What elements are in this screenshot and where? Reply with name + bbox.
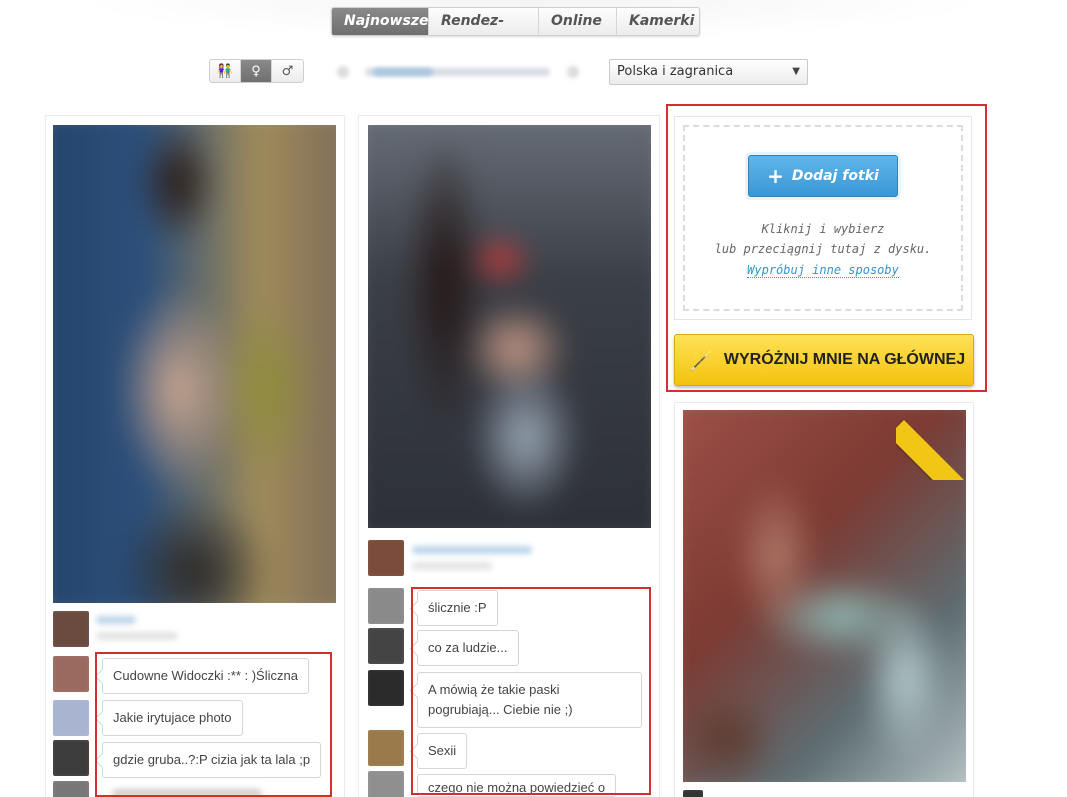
- avatar[interactable]: [368, 730, 404, 766]
- blurred-username: [412, 546, 532, 554]
- slider-min-handle[interactable]: [337, 66, 349, 78]
- avatar[interactable]: [368, 588, 404, 624]
- tab-rendez-vous[interactable]: Rendez-vous: [429, 8, 539, 35]
- highlight-box-comments-1: [95, 652, 332, 797]
- highlight-box-comments-2: [411, 587, 651, 795]
- tab-online[interactable]: Online: [539, 8, 617, 35]
- avatar[interactable]: [53, 700, 89, 736]
- tab-kamerki[interactable]: Kamerki: [617, 8, 699, 35]
- slider-max-handle[interactable]: [567, 66, 579, 78]
- photo-2[interactable]: [368, 125, 651, 528]
- couple-icon[interactable]: 👫: [210, 60, 241, 82]
- avatar[interactable]: [368, 540, 404, 576]
- avatar[interactable]: [368, 771, 404, 797]
- chevron-down-icon: ▼: [792, 66, 800, 77]
- tab-najnowsze[interactable]: Najnowsze: [332, 8, 429, 35]
- avatar[interactable]: [53, 740, 89, 776]
- photo-1[interactable]: [53, 125, 336, 603]
- avatar[interactable]: [683, 790, 703, 797]
- highlight-box-upload: [666, 104, 987, 392]
- age-range-slider[interactable]: [335, 62, 585, 82]
- blurred-meta: [96, 632, 178, 640]
- blurred-meta: [412, 562, 492, 570]
- location-select[interactable]: Polska i zagranica ▼: [609, 59, 808, 85]
- avatar[interactable]: [368, 628, 404, 664]
- blurred-username: [96, 616, 136, 624]
- avatar[interactable]: [53, 781, 89, 797]
- location-select-value: Polska i zagranica: [617, 64, 734, 79]
- main-tabs: Najnowsze Rendez-vous Online Kamerki: [331, 7, 700, 36]
- male-icon[interactable]: ♂: [272, 60, 303, 82]
- featured-ribbon: [896, 398, 978, 480]
- gender-filter: 👫 ♀ ♂: [209, 59, 304, 83]
- avatar[interactable]: [53, 656, 89, 692]
- slider-fill: [373, 68, 433, 76]
- female-icon[interactable]: ♀: [241, 60, 272, 82]
- avatar[interactable]: [368, 670, 404, 706]
- avatar[interactable]: [53, 611, 89, 647]
